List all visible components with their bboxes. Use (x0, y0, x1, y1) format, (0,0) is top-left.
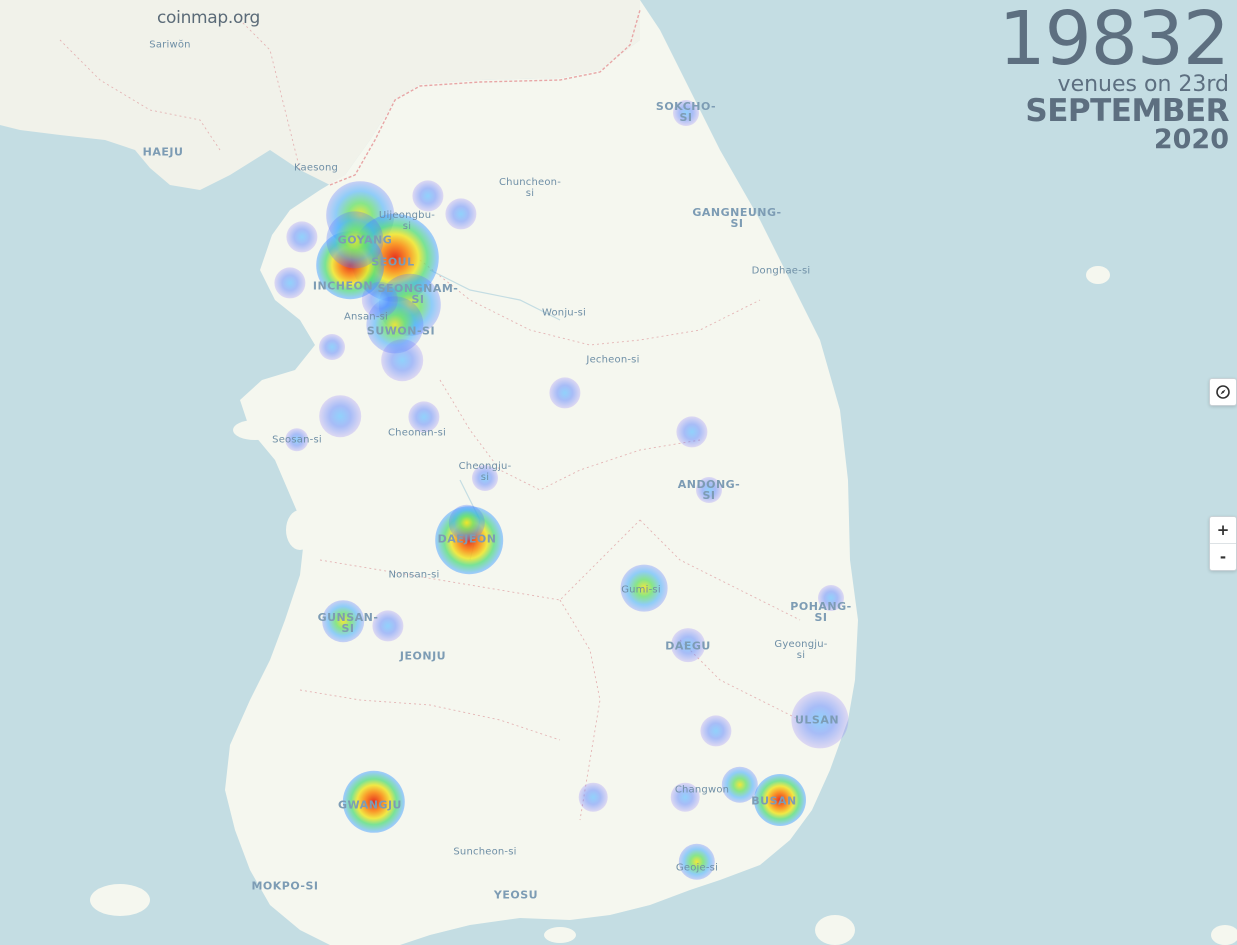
place-label: INCHEON (312, 279, 374, 293)
place-label: MOKPO-SI (251, 879, 319, 893)
place-label: Jecheon-si (586, 354, 640, 366)
place-label: Kaesong (293, 162, 339, 174)
place-label: Gyeongju- si (774, 639, 828, 661)
island (90, 884, 150, 916)
place-label: BUSAN (751, 794, 797, 808)
place-label: Ansan-si (343, 311, 389, 323)
zoom-in-button[interactable]: + (1210, 517, 1236, 543)
place-label: Changwon (674, 784, 730, 796)
place-label: ANDONG- SI (677, 478, 741, 502)
place-label: DAEGU (665, 639, 711, 653)
compass-icon (1216, 385, 1230, 399)
place-label: Geoje-si (675, 862, 719, 874)
island (815, 915, 855, 945)
map[interactable]: Sariwŏn HAEJU Kaesong SOKCHO- SI Chuncheon- … (0, 0, 1237, 945)
place-label: Cheonan-si (388, 427, 446, 439)
island (233, 420, 277, 440)
venue-month: SEPTEMBER (1025, 93, 1229, 129)
place-label: Chuncheon- si (498, 177, 562, 199)
island (286, 510, 314, 550)
place-label: ULSAN (794, 713, 840, 727)
place-label: SEONGNAM- SI (377, 282, 459, 306)
island (227, 768, 263, 792)
island (544, 927, 576, 943)
place-label: Suncheon-si (453, 846, 517, 858)
place-label: YEOSU (493, 888, 539, 902)
island (1086, 266, 1110, 284)
place-label: Sariwŏn (149, 39, 191, 51)
locate-button[interactable] (1209, 378, 1237, 406)
venue-year: 2020 (1153, 124, 1229, 155)
venue-count: 19832 (998, 0, 1230, 82)
place-label: GWANGJU (338, 798, 402, 812)
place-label: Seosan-si (272, 434, 322, 446)
place-label: HAEJU (142, 145, 184, 159)
place-label: GANGNEUNG- SI (692, 206, 782, 230)
place-label: Gumi-si (621, 584, 661, 596)
place-label: SEOUL (371, 255, 415, 269)
zoom-out-button[interactable]: - (1210, 544, 1236, 570)
place-label: GOYANG (337, 233, 393, 247)
place-label: Nonsan-si (388, 569, 440, 581)
place-label: JEONJU (399, 649, 447, 663)
place-label: Uijeongbu- si (378, 210, 436, 232)
zoom-control: + - (1209, 516, 1237, 571)
place-label: DAEJEON (437, 532, 497, 546)
place-label: SOKCHO- SI (655, 100, 717, 124)
place-label: Cheongju- si (458, 461, 512, 483)
venue-stats: 19832 venues on 23rd SEPTEMBER 2020 (998, 0, 1230, 155)
place-label: SUWON-SI (366, 324, 436, 338)
place-label: Donghae-si (751, 265, 811, 277)
place-label: POHANG- SI (790, 600, 852, 624)
place-label: Wonju-si (541, 307, 587, 319)
place-label: GUNSAN- SI (317, 611, 379, 635)
brand-logo[interactable]: coinmap.org (157, 8, 260, 28)
